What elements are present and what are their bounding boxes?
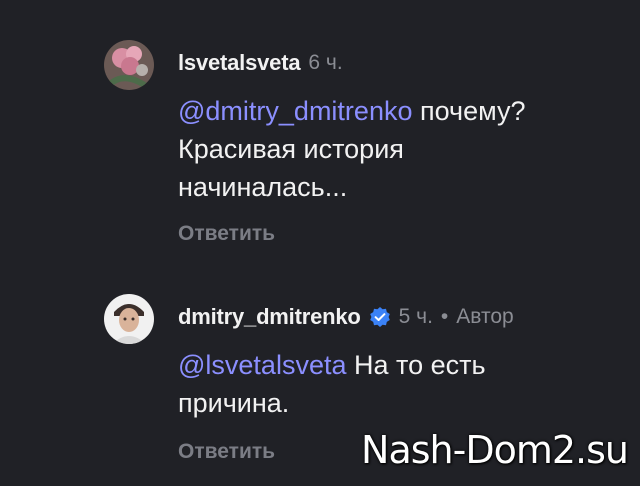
username[interactable]: lsvetalsveta: [178, 50, 301, 76]
flowers-avatar[interactable]: [104, 40, 154, 90]
comment-header: lsvetalsveta 6 ч.: [178, 50, 343, 76]
username[interactable]: dmitry_dmitrenko: [178, 304, 361, 330]
comment-text: @lsvetalsveta На то есть причина.: [178, 346, 588, 422]
reply-button[interactable]: Ответить: [178, 440, 275, 464]
site-watermark: Nash-Dom2.su: [361, 428, 629, 472]
comments-thread: { "comments": [ { "username": "lsvetalsv…: [0, 0, 640, 486]
timestamp: 5 ч.: [398, 305, 433, 328]
timestamp: 6 ч.: [308, 51, 343, 74]
comment-text-line1: На то есть: [346, 350, 486, 380]
man-portrait-avatar[interactable]: [104, 294, 154, 344]
verified-badge-icon: [369, 306, 391, 328]
separator-dot: •: [440, 305, 449, 328]
reply-button[interactable]: Ответить: [178, 222, 275, 246]
comment-text: @dmitry_dmitrenko почему? Красивая истор…: [178, 92, 588, 206]
comment-text-line3: начиналась...: [178, 172, 348, 202]
comment-text-line2: причина.: [178, 388, 290, 418]
mention-link[interactable]: @dmitry_dmitrenko: [178, 96, 412, 126]
comment-text-line1: почему?: [412, 96, 526, 126]
author-badge: Автор: [456, 305, 514, 328]
comment-text-line2: Красивая история: [178, 134, 404, 164]
mention-link[interactable]: @lsvetalsveta: [178, 350, 346, 380]
comment-header: dmitry_dmitrenko 5 ч. • Автор: [178, 304, 514, 330]
